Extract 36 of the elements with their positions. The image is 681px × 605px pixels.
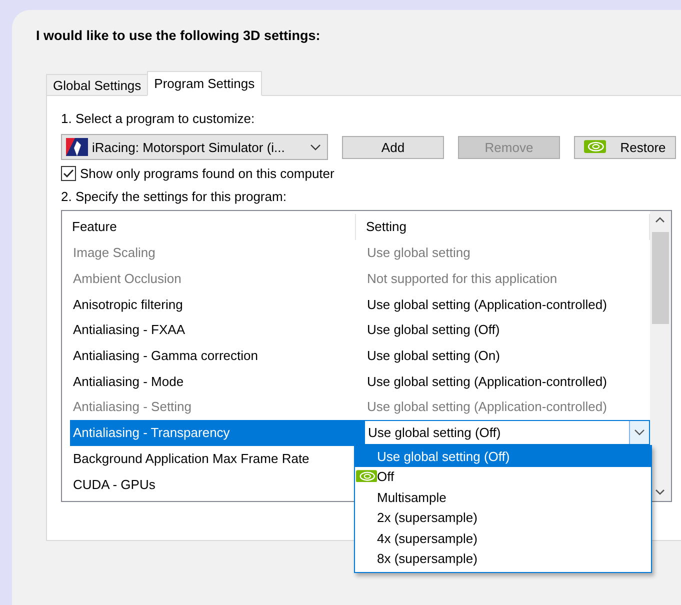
tab[interactable]: Global Settings	[46, 74, 148, 96]
program-label: 1. Select a program to customize:	[61, 111, 256, 126]
setting-cell-text: Use global setting (Off)	[366, 322, 501, 338]
setting-cell-text: Use global setting (Application-controlled)	[366, 399, 608, 414]
setting-cell-text: Use global setting (Application-controlled)	[366, 296, 608, 312]
dropdown-option[interactable]: Off	[355, 466, 651, 487]
dropdown-option[interactable]: 8x (supersample)	[355, 548, 651, 569]
chevron-down-icon	[634, 429, 645, 436]
chevron-down-icon	[310, 144, 321, 150]
checkbox[interactable]	[61, 166, 76, 181]
dropdown-option[interactable]: Use global setting (Off)	[355, 446, 651, 466]
column-header[interactable]: Feature	[62, 214, 356, 240]
settings-label: 2. Specify the settings for this program:	[61, 189, 288, 204]
program-logo-icon	[66, 138, 88, 156]
scroll-up-icon[interactable]	[655, 217, 665, 223]
feature-cell[interactable]: Antialiasing - FXAA	[70, 322, 364, 338]
dropdown-option[interactable]: 2x (supersample)	[355, 508, 651, 528]
feature-cell[interactable]: Anisotropic filtering	[70, 296, 364, 312]
tab[interactable]: Program Settings	[147, 71, 262, 96]
program-select[interactable]: iRacing: Motorsport Simulator (i...	[61, 134, 328, 160]
action-button[interactable]: Add	[342, 136, 444, 158]
checkbox-label: Show only programs found on this computer	[80, 166, 334, 181]
setting-cell-text: Use global setting	[366, 245, 472, 260]
feature-cell[interactable]: Antialiasing - Mode	[70, 374, 364, 389]
feature-cell[interactable]: Antialiasing - Gamma correction	[70, 348, 364, 364]
dropdown-option[interactable]: Multisample	[355, 487, 651, 508]
section-heading: I would like to use the following 3D settings:	[36, 28, 322, 43]
setting-cell-text: Use global setting (Application-controlled)	[366, 374, 608, 389]
action-button[interactable]: Restore	[574, 136, 676, 158]
scrollbar[interactable]	[650, 211, 671, 501]
setting-cell-text: Not supported for this application	[366, 271, 558, 286]
setting-combobox[interactable]: Use global setting (Off)	[364, 420, 650, 446]
scroll-down-icon[interactable]	[655, 489, 665, 495]
feature-cell[interactable]: Antialiasing - Transparency	[70, 425, 364, 440]
setting-cell-text: Use global setting (On)	[366, 348, 501, 364]
dropdown-option[interactable]: 4x (supersample)	[355, 528, 651, 548]
